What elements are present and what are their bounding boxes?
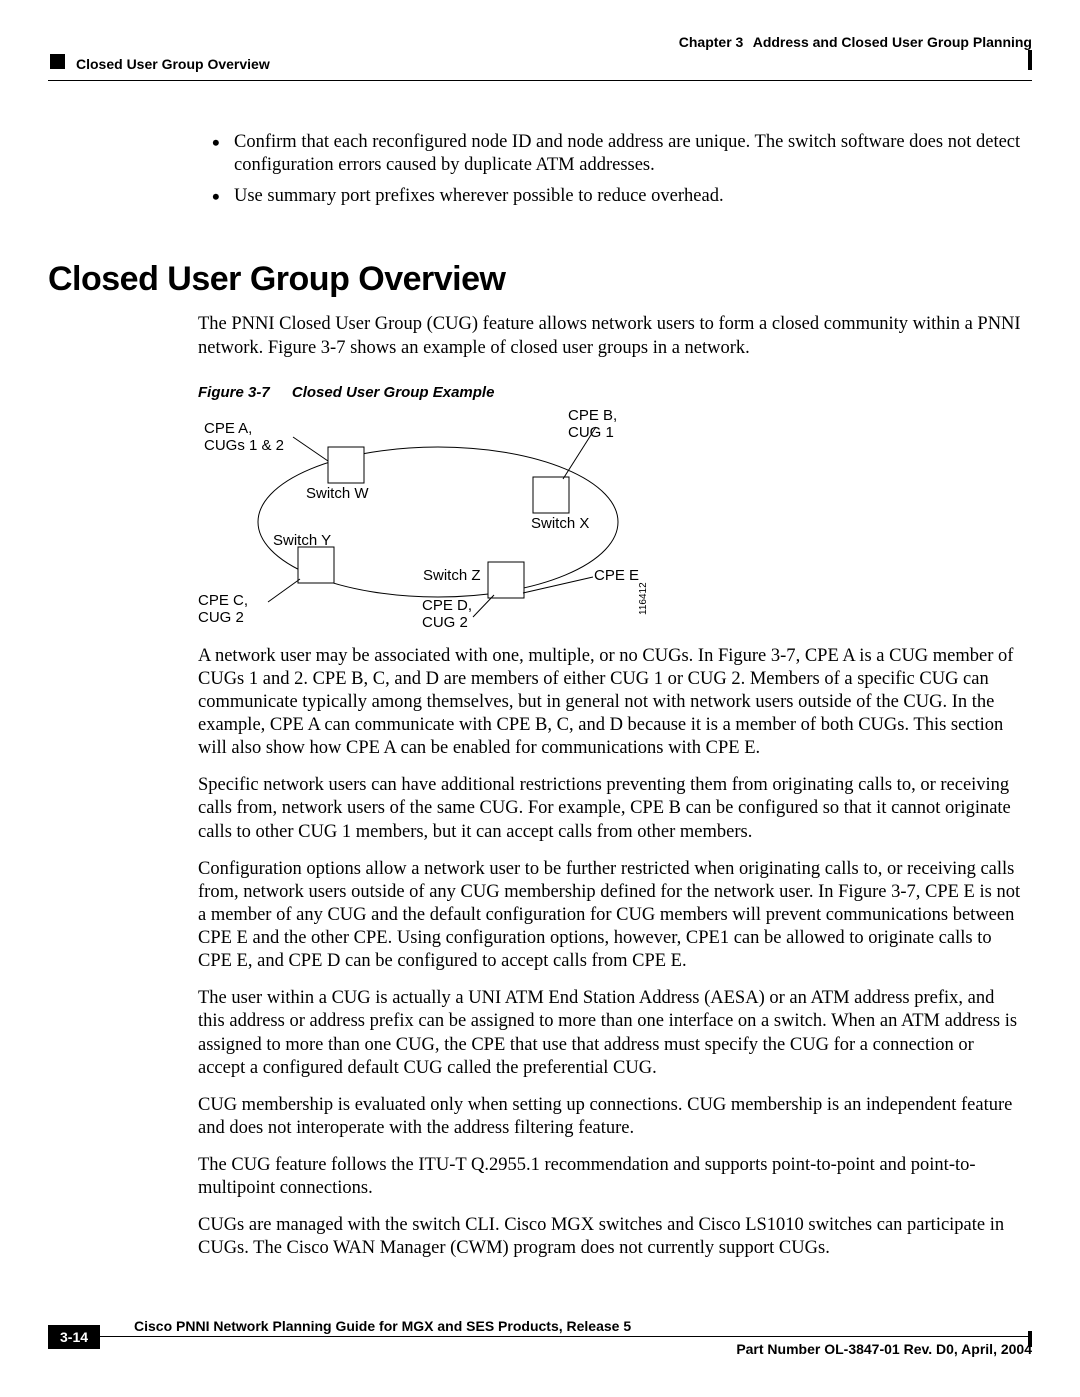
diagram-label-cpe-b: CPE B, CUG 1	[568, 407, 617, 442]
figure-title: Closed User Group Example	[292, 384, 495, 401]
paragraph: A network user may be associated with on…	[198, 645, 1022, 761]
figure-diagram: CPE A, CUGs 1 & 2 CPE B, CUG 1 CPE C, CU…	[198, 407, 668, 627]
intro-text-after: shows an example of closed user groups i…	[345, 338, 749, 358]
diagram-label-switch-w: Switch W	[306, 485, 369, 502]
diagram-side-number: 116412	[638, 582, 649, 615]
chapter-name: Address and Closed User Group Planning	[753, 34, 1032, 50]
footer-line: Cisco PNNI Network Planning Guide for MG…	[48, 1336, 1032, 1371]
bullet-item: Confirm that each reconfigured node ID a…	[208, 131, 1022, 177]
page-footer: Cisco PNNI Network Planning Guide for MG…	[48, 1336, 1032, 1371]
diagram-label-switch-x: Switch X	[531, 515, 589, 532]
document-page: Chapter 3 Address and Closed User Group …	[0, 0, 1080, 1397]
paragraph: The user within a CUG is actually a UNI …	[198, 987, 1022, 1080]
bullet-list: Confirm that each reconfigured node ID a…	[208, 131, 1022, 208]
diagram-label-cpe-a: CPE A, CUGs 1 & 2	[204, 420, 284, 455]
para-text: A network user may be associated with on…	[198, 646, 718, 666]
figure-reference-link[interactable]: Figure 3-7	[838, 882, 916, 902]
running-section-title: Closed User Group Overview	[76, 56, 270, 72]
body-paragraphs: A network user may be associated with on…	[198, 645, 1022, 1261]
diagram-label-cpe-c: CPE C, CUG 2	[198, 592, 248, 627]
main-content: Confirm that each reconfigured node ID a…	[48, 131, 1032, 1261]
paragraph: Configuration options allow a network us…	[198, 858, 1022, 974]
paragraph: CUG membership is evaluated only when se…	[198, 1094, 1022, 1140]
figure-caption: Figure 3-7 Closed User Group Example	[198, 384, 1032, 401]
paragraph: The CUG feature follows the ITU-T Q.2955…	[198, 1154, 1022, 1200]
paragraph: Specific network users can have addition…	[198, 774, 1022, 843]
page-header: Chapter 3 Address and Closed User Group …	[48, 30, 1032, 81]
figure-reference-link[interactable]: Figure 3-7	[268, 338, 346, 358]
part-number: Part Number OL-3847-01 Rev. D0, April, 2…	[736, 1341, 1032, 1357]
page-number: 3-14	[48, 1325, 100, 1349]
decorative-bar-icon	[1028, 50, 1032, 70]
diagram-label-switch-y: Switch Y	[273, 532, 331, 549]
figure-reference-link[interactable]: Figure 3-7	[718, 646, 796, 666]
diagram-label-switch-z: Switch Z	[423, 567, 481, 584]
chapter-number: Chapter 3	[679, 34, 744, 50]
bullet-item: Use summary port prefixes wherever possi…	[208, 185, 1022, 208]
diagram-label-cpe-e: CPE E	[594, 567, 639, 584]
decorative-square-icon	[50, 54, 65, 69]
footer-document-title: Cisco PNNI Network Planning Guide for MG…	[130, 1318, 635, 1334]
figure-number: Figure 3-7	[198, 384, 270, 401]
intro-paragraph: The PNNI Closed User Group (CUG) feature…	[198, 313, 1022, 359]
diagram-label-cpe-d: CPE D, CUG 2	[422, 597, 472, 632]
chapter-title: Chapter 3 Address and Closed User Group …	[679, 34, 1032, 50]
paragraph: CUGs are managed with the switch CLI. Ci…	[198, 1214, 1022, 1260]
section-heading: Closed User Group Overview	[48, 260, 1032, 299]
